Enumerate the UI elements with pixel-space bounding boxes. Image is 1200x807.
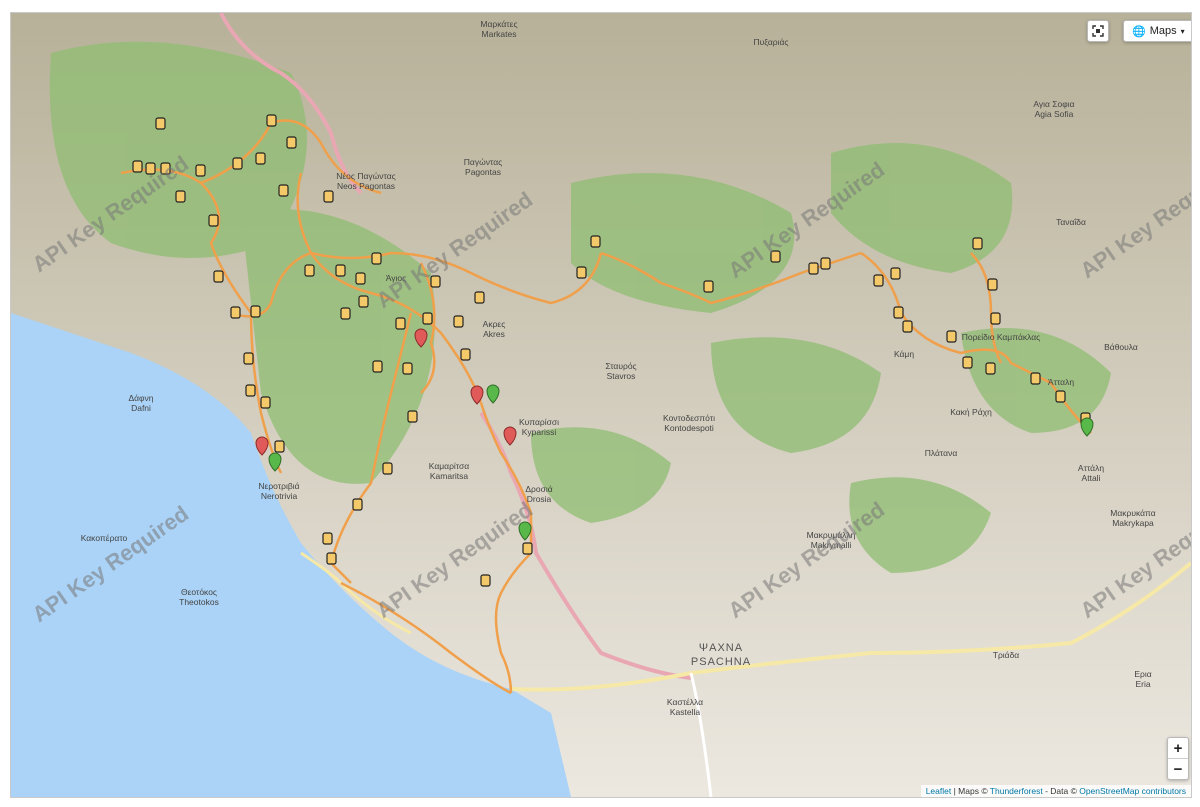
attribution-data: - Data © bbox=[1042, 786, 1080, 796]
osm-link[interactable]: OpenStreetMap contributors bbox=[1079, 786, 1186, 796]
place-kontodespoti: Κοντοδεσπότι bbox=[663, 413, 715, 423]
place-agia-sofia-latin: Agia Sofia bbox=[1035, 109, 1074, 119]
place-poreidio-kampaklas: Πορείδιο Καμπάκλας bbox=[962, 332, 1041, 342]
place-attali-latin: Attali bbox=[1082, 473, 1101, 483]
place-kontodespoti-latin: Kontodespoti bbox=[664, 423, 714, 433]
fullscreen-icon bbox=[1092, 25, 1104, 37]
zoom-control: + − bbox=[1167, 737, 1189, 780]
place-theotokos: Θεοτόκος bbox=[181, 587, 217, 597]
attribution-maps: Maps © bbox=[958, 786, 990, 796]
place-attali: Αττάλη bbox=[1078, 463, 1104, 473]
place-kyparissi: Κυπαρίσσι bbox=[519, 417, 559, 427]
place-eria-latin: Eria bbox=[1135, 679, 1150, 689]
caret-down-icon: ▾ bbox=[1180, 26, 1185, 36]
layer-label: Maps bbox=[1149, 25, 1177, 37]
place-agia-sofia: Αγια Σοφια bbox=[1033, 99, 1074, 109]
map-canvas[interactable]: Μαρκάτες Markates Πυξαριάς Αγια Σοφια Ag… bbox=[11, 13, 1191, 797]
place-markates: Μαρκάτες bbox=[480, 19, 517, 29]
place-makrykapa: Μακρυκάπα bbox=[1110, 508, 1156, 518]
place-stavros-latin: Stavros bbox=[607, 371, 636, 381]
place-platana: Πλάτανα bbox=[925, 448, 958, 458]
place-theotokos-latin: Theotokos bbox=[179, 597, 219, 607]
place-nerotrivia-latin: Nerotrivia bbox=[261, 491, 298, 501]
place-triada: Τριάδα bbox=[993, 650, 1020, 660]
place-makrykapa-latin: Makrykapa bbox=[1112, 518, 1154, 528]
place-pagontas: Παγώντας bbox=[464, 157, 502, 167]
leaflet-link[interactable]: Leaflet bbox=[926, 786, 952, 796]
attribution: Leaflet | Maps © Thunderforest - Data © … bbox=[920, 785, 1191, 797]
place-markates-latin: Markates bbox=[482, 29, 517, 39]
place-drosia: Δροσιά bbox=[525, 484, 552, 494]
place-akres-latin: Akres bbox=[483, 329, 505, 339]
place-nerotrivia: Νεροτριβιά bbox=[258, 481, 299, 491]
place-pagontas-latin: Pagontas bbox=[465, 167, 501, 177]
thunderforest-link[interactable]: Thunderforest bbox=[990, 786, 1043, 796]
place-kami: Κάμη bbox=[894, 349, 914, 359]
place-psachna-latin: PSACHNA bbox=[691, 656, 751, 668]
place-kamaritsa-latin: Kamaritsa bbox=[430, 471, 469, 481]
place-stavros: Σταυρός bbox=[605, 361, 636, 371]
layer-switcher-button[interactable]: 🌐 Maps ▾ bbox=[1123, 20, 1191, 42]
place-eria: Ερια bbox=[1134, 669, 1151, 679]
place-pyxarias: Πυξαριάς bbox=[753, 37, 788, 47]
place-dafni: Δάφνη bbox=[128, 393, 153, 403]
place-psachna: ΨΑΧΝΑ bbox=[699, 642, 743, 654]
place-akres: Ακρες bbox=[483, 319, 506, 329]
place-drosia-latin: Drosia bbox=[527, 494, 552, 504]
fullscreen-button[interactable] bbox=[1087, 20, 1109, 42]
place-dafni-latin: Dafni bbox=[131, 403, 151, 413]
place-attali-upper: Άτταλη bbox=[1048, 377, 1074, 387]
place-kastella-latin: Kastella bbox=[670, 707, 701, 717]
zoom-in-button[interactable]: + bbox=[1168, 738, 1188, 758]
place-kyparissi-latin: Kyparissi bbox=[522, 427, 557, 437]
place-kaki-rachi: Κακή Ράχη bbox=[950, 407, 992, 417]
place-vathoula: Βάθουλα bbox=[1104, 342, 1138, 352]
place-kamaritsa: Καμαρίτσα bbox=[429, 461, 469, 471]
place-neos-pagontas-latin: Neos Pagontas bbox=[337, 181, 395, 191]
place-kastella: Καστέλλα bbox=[667, 697, 703, 707]
globe-icon: 🌐 bbox=[1132, 25, 1146, 38]
zoom-out-button[interactable]: − bbox=[1168, 758, 1188, 779]
place-tanaida: Ταναΐδα bbox=[1056, 217, 1086, 227]
place-neos-pagontas: Νέος Παγώντας bbox=[336, 171, 396, 181]
map-frame[interactable]: Μαρκάτες Markates Πυξαριάς Αγια Σοφια Ag… bbox=[10, 12, 1192, 798]
